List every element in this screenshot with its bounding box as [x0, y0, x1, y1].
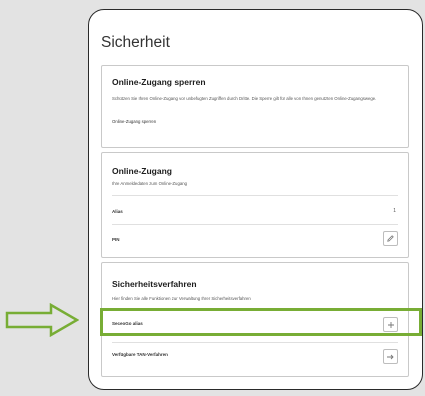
lock-card-title: Online-Zugang sperren: [112, 77, 206, 87]
lock-access-link[interactable]: Online-Zugang sperren: [112, 119, 156, 126]
edit-pin-button[interactable]: [383, 231, 398, 246]
tablet-frame: Sicherheit Online-Zugang sperren Schütze…: [88, 9, 423, 390]
alias-value: 1: [393, 208, 396, 214]
divider: [112, 224, 398, 225]
online-access-card: Online-Zugang Ihre Anmeldedaten zum Onli…: [101, 152, 409, 258]
hint-arrow-icon: [5, 303, 79, 337]
lock-card-description: Schützen Sie Ihren Online-Zugang vor unb…: [112, 96, 377, 101]
security-card-description: Hier finden Sie alle Funktionen zur Verw…: [112, 296, 251, 301]
highlight-frame: [100, 308, 422, 336]
access-card-title: Online-Zugang: [112, 166, 172, 176]
alias-label: Alias: [112, 209, 123, 214]
divider: [112, 342, 398, 343]
open-tan-procedures-button[interactable]: [383, 349, 398, 364]
page-title: Sicherheit: [101, 34, 170, 51]
security-card-title: Sicherheitsverfahren: [112, 279, 197, 289]
lock-access-card: Online-Zugang sperren Schützen Sie Ihren…: [101, 65, 409, 148]
arrow-right-icon: [387, 354, 394, 359]
tan-procedures-row-label[interactable]: Verfügbare TAN-Verfahren: [112, 352, 168, 357]
pin-label: PIN: [112, 237, 120, 242]
pencil-icon: [387, 235, 394, 242]
divider: [112, 195, 398, 196]
access-card-description: Ihre Anmeldedaten zum Online-Zugang: [112, 181, 188, 186]
